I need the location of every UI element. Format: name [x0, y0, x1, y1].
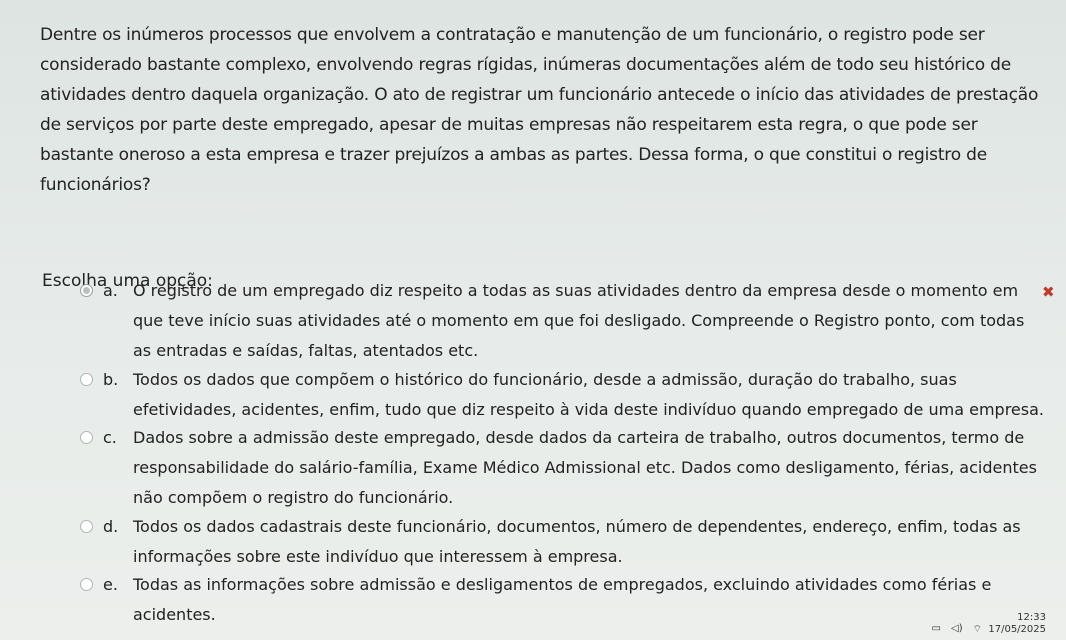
option-c-radio[interactable]	[80, 431, 93, 444]
wifi-icon: ⌔	[972, 624, 982, 635]
option-a-text: O registro de um empregado diz respeito …	[133, 281, 1025, 360]
system-clock: 12:33 17/05/2025	[988, 612, 1046, 636]
battery-icon: ▭	[931, 623, 941, 634]
option-b-text: Todos os dados que compõem o histórico d…	[133, 370, 1044, 419]
option-e[interactable]: e. Todas as informações sobre admissão e…	[80, 570, 1045, 630]
question-text: Dentre os inúmeros processos que envolve…	[40, 25, 1039, 195]
option-c[interactable]: c. Dados sobre a admissão deste empregad…	[80, 423, 1045, 513]
cross-icon: ✖	[1042, 283, 1055, 301]
clock-date: 17/05/2025	[988, 624, 1046, 635]
option-d[interactable]: d. Todos os dados cadastrais deste funci…	[80, 512, 1045, 572]
option-b-radio[interactable]	[80, 373, 93, 386]
option-c-text: Dados sobre a admissão deste empregado, …	[133, 428, 1037, 507]
option-e-text: Todas as informações sobre admissão e de…	[133, 575, 992, 624]
option-d-text: Todos os dados cadastrais deste funcioná…	[133, 517, 1021, 566]
option-a-letter: a.	[103, 281, 118, 300]
option-b[interactable]: b. Todos os dados que compõem o históric…	[80, 365, 1045, 425]
clock-time: 12:33	[1017, 612, 1046, 623]
option-e-radio[interactable]	[80, 578, 93, 591]
volume-icon: ◁)	[951, 623, 963, 634]
option-c-letter: c.	[103, 428, 117, 447]
option-b-letter: b.	[103, 370, 119, 389]
option-e-letter: e.	[103, 575, 118, 594]
option-a-radio[interactable]	[80, 284, 93, 297]
taskbar-icons: ▭ ◁) ⌔	[932, 623, 982, 636]
option-a[interactable]: a. O registro de um empregado diz respei…	[80, 276, 1045, 366]
option-d-radio[interactable]	[80, 520, 93, 533]
option-d-letter: d.	[103, 517, 119, 536]
